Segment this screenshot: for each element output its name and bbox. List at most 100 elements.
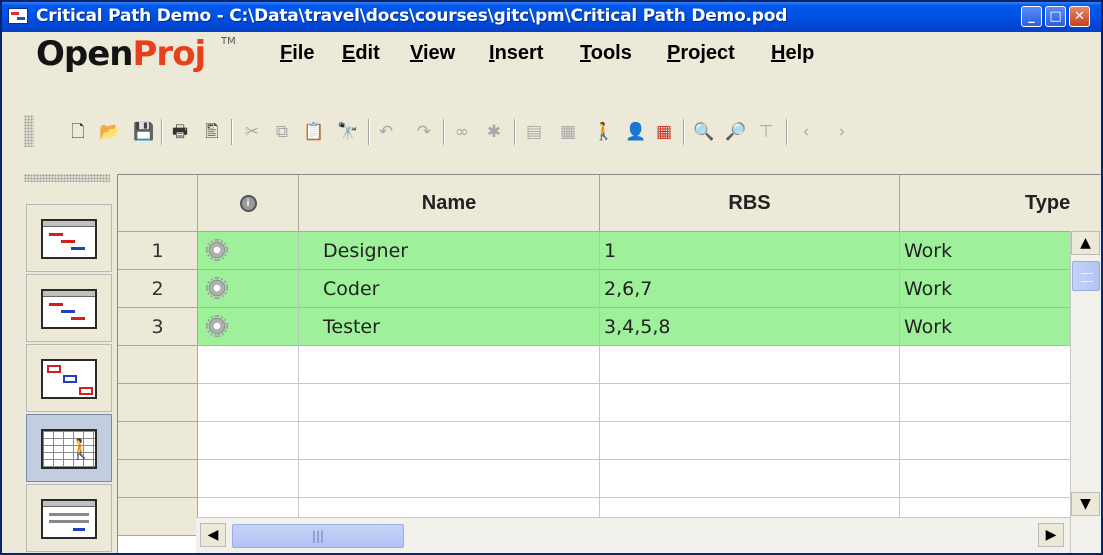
view-bar: 🚶 xyxy=(2,170,117,553)
zoom-in-icon[interactable]: 🔍 xyxy=(692,120,716,144)
indicator-cell[interactable] xyxy=(198,232,299,270)
print-preview-icon[interactable]: 🖺 xyxy=(200,120,224,144)
menu-tools[interactable]: Tools xyxy=(580,42,632,65)
copy-icon[interactable]: ⧉ xyxy=(270,120,294,144)
resource-gear-icon xyxy=(206,239,228,261)
table-row[interactable] xyxy=(118,422,1101,460)
row-number-cell[interactable] xyxy=(118,346,198,384)
horizontal-scrollbar[interactable]: ◀ ||| ▶ xyxy=(196,517,1070,553)
name-cell[interactable] xyxy=(299,384,600,422)
save-icon[interactable]: 💾 xyxy=(132,120,156,144)
row-number-cell[interactable]: 2 xyxy=(118,270,198,308)
scroll-up-button[interactable]: ▲ xyxy=(1071,231,1100,255)
row-number-cell[interactable] xyxy=(118,498,198,536)
new-document-icon[interactable]: 🗋 xyxy=(66,120,90,144)
row-number-cell[interactable]: 3 xyxy=(118,308,198,346)
menu-view[interactable]: View xyxy=(410,42,455,65)
resource-sheet-view-button[interactable]: 🚶 xyxy=(26,414,112,482)
name-cell[interactable]: Tester xyxy=(299,308,600,346)
table-row[interactable] xyxy=(118,384,1101,422)
filter-icon[interactable]: ⊤ xyxy=(754,120,778,144)
menu-edit[interactable]: Edit xyxy=(342,42,380,65)
table-row[interactable] xyxy=(118,460,1101,498)
indicator-cell[interactable] xyxy=(198,384,299,422)
scroll-right-icon[interactable]: › xyxy=(830,120,854,144)
resource-gear-icon xyxy=(206,277,228,299)
table-row[interactable]: 3 Tester 3,4,5,8 Work xyxy=(118,308,1101,346)
cut-icon[interactable]: ✂ xyxy=(240,120,264,144)
table-row[interactable]: 1 Designer 1 Work xyxy=(118,232,1101,270)
rbs-cell[interactable] xyxy=(600,422,900,460)
gantt-view-button[interactable] xyxy=(26,204,112,272)
rbs-cell[interactable]: 2,6,7 xyxy=(600,270,900,308)
tracking-gantt-icon xyxy=(41,289,97,329)
indicator-cell[interactable] xyxy=(198,308,299,346)
paste-icon[interactable]: 📋 xyxy=(302,120,326,144)
indicator-cell[interactable] xyxy=(198,270,299,308)
name-cell[interactable] xyxy=(299,460,600,498)
menu-project[interactable]: Project xyxy=(667,42,735,65)
toolbar-grip[interactable] xyxy=(24,115,34,147)
rbs-cell[interactable] xyxy=(600,384,900,422)
indicator-cell[interactable] xyxy=(198,346,299,384)
task-information-icon[interactable]: ▤ xyxy=(522,120,546,144)
indicators-header[interactable]: i xyxy=(198,175,299,232)
name-cell[interactable] xyxy=(299,422,600,460)
unlink-icon[interactable]: ✱ xyxy=(482,120,506,144)
title-bar[interactable]: Critical Path Demo - C:\Data\travel\docs… xyxy=(2,2,1101,32)
network-diagram-view-button[interactable] xyxy=(26,344,112,412)
redo-icon[interactable]: ↷ xyxy=(412,120,436,144)
row-number-header[interactable] xyxy=(118,175,198,232)
tracking-gantt-view-button[interactable] xyxy=(26,274,112,342)
maximize-button[interactable]: □ xyxy=(1045,6,1066,27)
print-icon[interactable]: 🖶 xyxy=(168,120,192,144)
indicator-cell[interactable] xyxy=(198,460,299,498)
notes-icon[interactable]: ▦ xyxy=(556,120,580,144)
rbs-column-header[interactable]: RBS xyxy=(600,175,900,232)
type-column-header[interactable]: Type xyxy=(900,175,1101,232)
table-row[interactable]: 2 Coder 2,6,7 Work xyxy=(118,270,1101,308)
close-button[interactable]: ✕ xyxy=(1069,6,1090,27)
zoom-out-icon[interactable]: 🔎 xyxy=(724,120,748,144)
horizontal-scroll-thumb[interactable]: ||| xyxy=(232,524,404,548)
vertical-scroll-thumb[interactable] xyxy=(1072,261,1100,291)
name-cell[interactable]: Coder xyxy=(299,270,600,308)
scroll-left-button[interactable]: ◀ xyxy=(200,523,226,547)
scroll-left-icon[interactable]: ‹ xyxy=(794,120,818,144)
calendar-grid-icon[interactable]: ▦ xyxy=(652,120,676,144)
indicator-cell[interactable] xyxy=(198,422,299,460)
rbs-cell[interactable]: 3,4,5,8 xyxy=(600,308,900,346)
rbs-cell[interactable]: 1 xyxy=(600,232,900,270)
vertical-scrollbar[interactable]: ▲ ▼ xyxy=(1070,231,1101,553)
rbs-cell[interactable] xyxy=(600,460,900,498)
name-cell[interactable] xyxy=(299,346,600,384)
view-bar-grip[interactable] xyxy=(24,174,110,182)
row-number-cell[interactable]: 1 xyxy=(118,232,198,270)
row-number-cell[interactable] xyxy=(118,422,198,460)
logo-trademark: TM xyxy=(221,36,236,47)
find-icon[interactable]: 🔭 xyxy=(336,120,360,144)
openproj-logo: OpenProj xyxy=(36,34,206,74)
link-icon[interactable]: ∞ xyxy=(450,120,474,144)
resource-icon[interactable]: 👤 xyxy=(624,120,648,144)
menu-help[interactable]: Help xyxy=(771,42,814,65)
resource-usage-view-button[interactable] xyxy=(26,484,112,552)
menu-bar: OpenProj TM File Edit View Insert Tools Proje… xyxy=(2,32,1101,74)
rbs-cell[interactable] xyxy=(600,346,900,384)
menu-insert[interactable]: Insert xyxy=(489,42,543,65)
minimize-button[interactable]: _ xyxy=(1021,6,1042,27)
table-row[interactable] xyxy=(118,346,1101,384)
toolbar: 🗋 📂 💾 🖶 🖺 ✂ ⧉ 📋 🔭 ↶ ↷ ∞ ✱ ▤ ▦ 🚶 👤 ▦ 🔍 🔎 … xyxy=(2,72,1101,170)
app-icon[interactable] xyxy=(8,8,28,24)
row-number-cell[interactable] xyxy=(118,460,198,498)
undo-icon[interactable]: ↶ xyxy=(374,120,398,144)
resource-sheet-icon: 🚶 xyxy=(41,429,97,469)
name-cell[interactable]: Designer xyxy=(299,232,600,270)
scroll-down-button[interactable]: ▼ xyxy=(1071,492,1100,516)
scroll-right-button[interactable]: ▶ xyxy=(1038,523,1064,547)
name-column-header[interactable]: Name xyxy=(299,175,600,232)
row-number-cell[interactable] xyxy=(118,384,198,422)
menu-file[interactable]: File xyxy=(280,42,314,65)
open-folder-icon[interactable]: 📂 xyxy=(98,120,122,144)
assign-resources-icon[interactable]: 🚶 xyxy=(592,120,616,144)
